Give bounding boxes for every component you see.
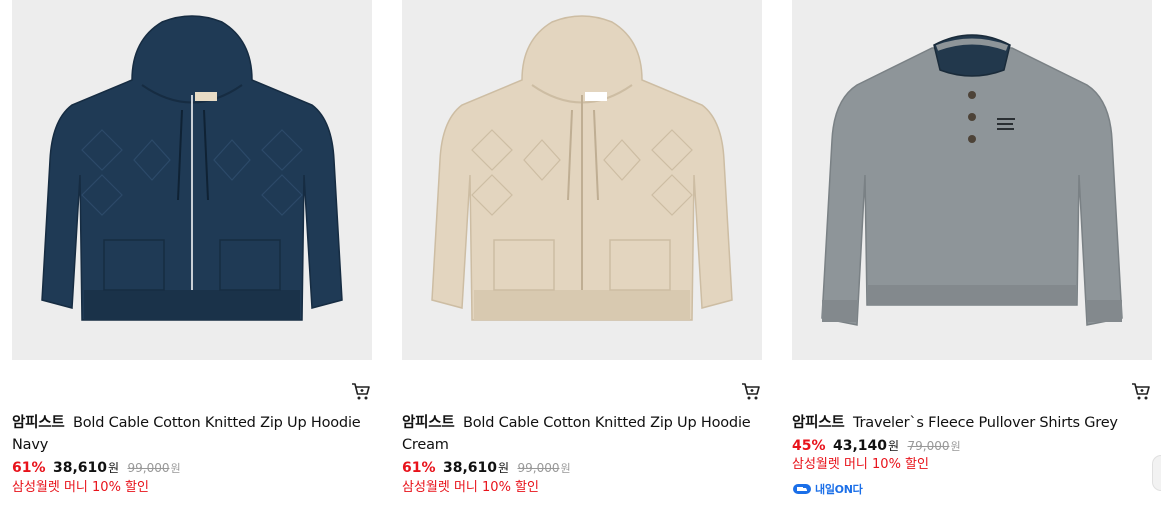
delivery-badge: 내일ON다: [792, 481, 863, 497]
brand-name: 암피스트: [12, 415, 65, 431]
discount-rate: 61%: [402, 460, 436, 476]
delivery-badge-text: 내일ON다: [815, 483, 863, 496]
cart-icon[interactable]: [740, 381, 762, 401]
hoodie-cream-image: [431, 15, 733, 321]
original-price: 99,000: [517, 461, 560, 475]
product-image[interactable]: [12, 0, 372, 360]
price-row: 45% 43,140원 79,000원: [792, 436, 961, 457]
original-currency-unit: 원: [170, 462, 181, 475]
cart-icon[interactable]: [350, 381, 372, 401]
original-currency-unit: 원: [560, 462, 571, 475]
pullover-grey-image: [821, 34, 1123, 326]
product-grid: 암피스트 Bold Cable Cotton Knitted Zip Up Ho…: [0, 0, 1161, 506]
product-card[interactable]: 암피스트 Traveler`s Fleece Pullover Shirts G…: [792, 0, 1152, 496]
discount-rate: 45%: [792, 438, 826, 454]
cart-icon[interactable]: [1130, 381, 1152, 401]
sale-price: 43,140: [832, 438, 887, 454]
currency-unit: 원: [888, 439, 900, 453]
product-card[interactable]: 암피스트 Bold Cable Cotton Knitted Zip Up Ho…: [402, 0, 762, 495]
discount-rate: 61%: [12, 460, 46, 476]
original-price: 79,000: [907, 439, 950, 453]
currency-unit: 원: [108, 461, 120, 475]
delivery-truck-icon: [793, 484, 811, 494]
sale-price: 38,610: [442, 460, 497, 476]
product-title[interactable]: 암피스트 Bold Cable Cotton Knitted Zip Up Ho…: [12, 412, 372, 456]
product-title[interactable]: 암피스트 Bold Cable Cotton Knitted Zip Up Ho…: [402, 412, 762, 456]
promo-text: 삼성월렛 머니 10% 할인: [792, 457, 929, 472]
product-card[interactable]: 암피스트 Bold Cable Cotton Knitted Zip Up Ho…: [12, 0, 372, 495]
hoodie-navy-image: [41, 15, 343, 321]
currency-unit: 원: [498, 461, 510, 475]
carousel-next-handle[interactable]: [1152, 455, 1161, 491]
brand-name: 암피스트: [792, 415, 845, 431]
price-row: 61% 38,610원 99,000원: [402, 458, 571, 479]
product-image[interactable]: [402, 0, 762, 360]
price-row: 61% 38,610원 99,000원: [12, 458, 181, 479]
brand-name: 암피스트: [402, 415, 455, 431]
sale-price: 38,610: [52, 460, 107, 476]
product-title[interactable]: 암피스트 Traveler`s Fleece Pullover Shirts G…: [792, 412, 1152, 434]
product-image[interactable]: [792, 0, 1152, 360]
original-currency-unit: 원: [950, 440, 961, 453]
original-price: 99,000: [127, 461, 170, 475]
product-name: Traveler`s Fleece Pullover Shirts Grey: [852, 415, 1118, 431]
promo-text: 삼성월렛 머니 10% 할인: [402, 480, 539, 495]
promo-text: 삼성월렛 머니 10% 할인: [12, 480, 149, 495]
